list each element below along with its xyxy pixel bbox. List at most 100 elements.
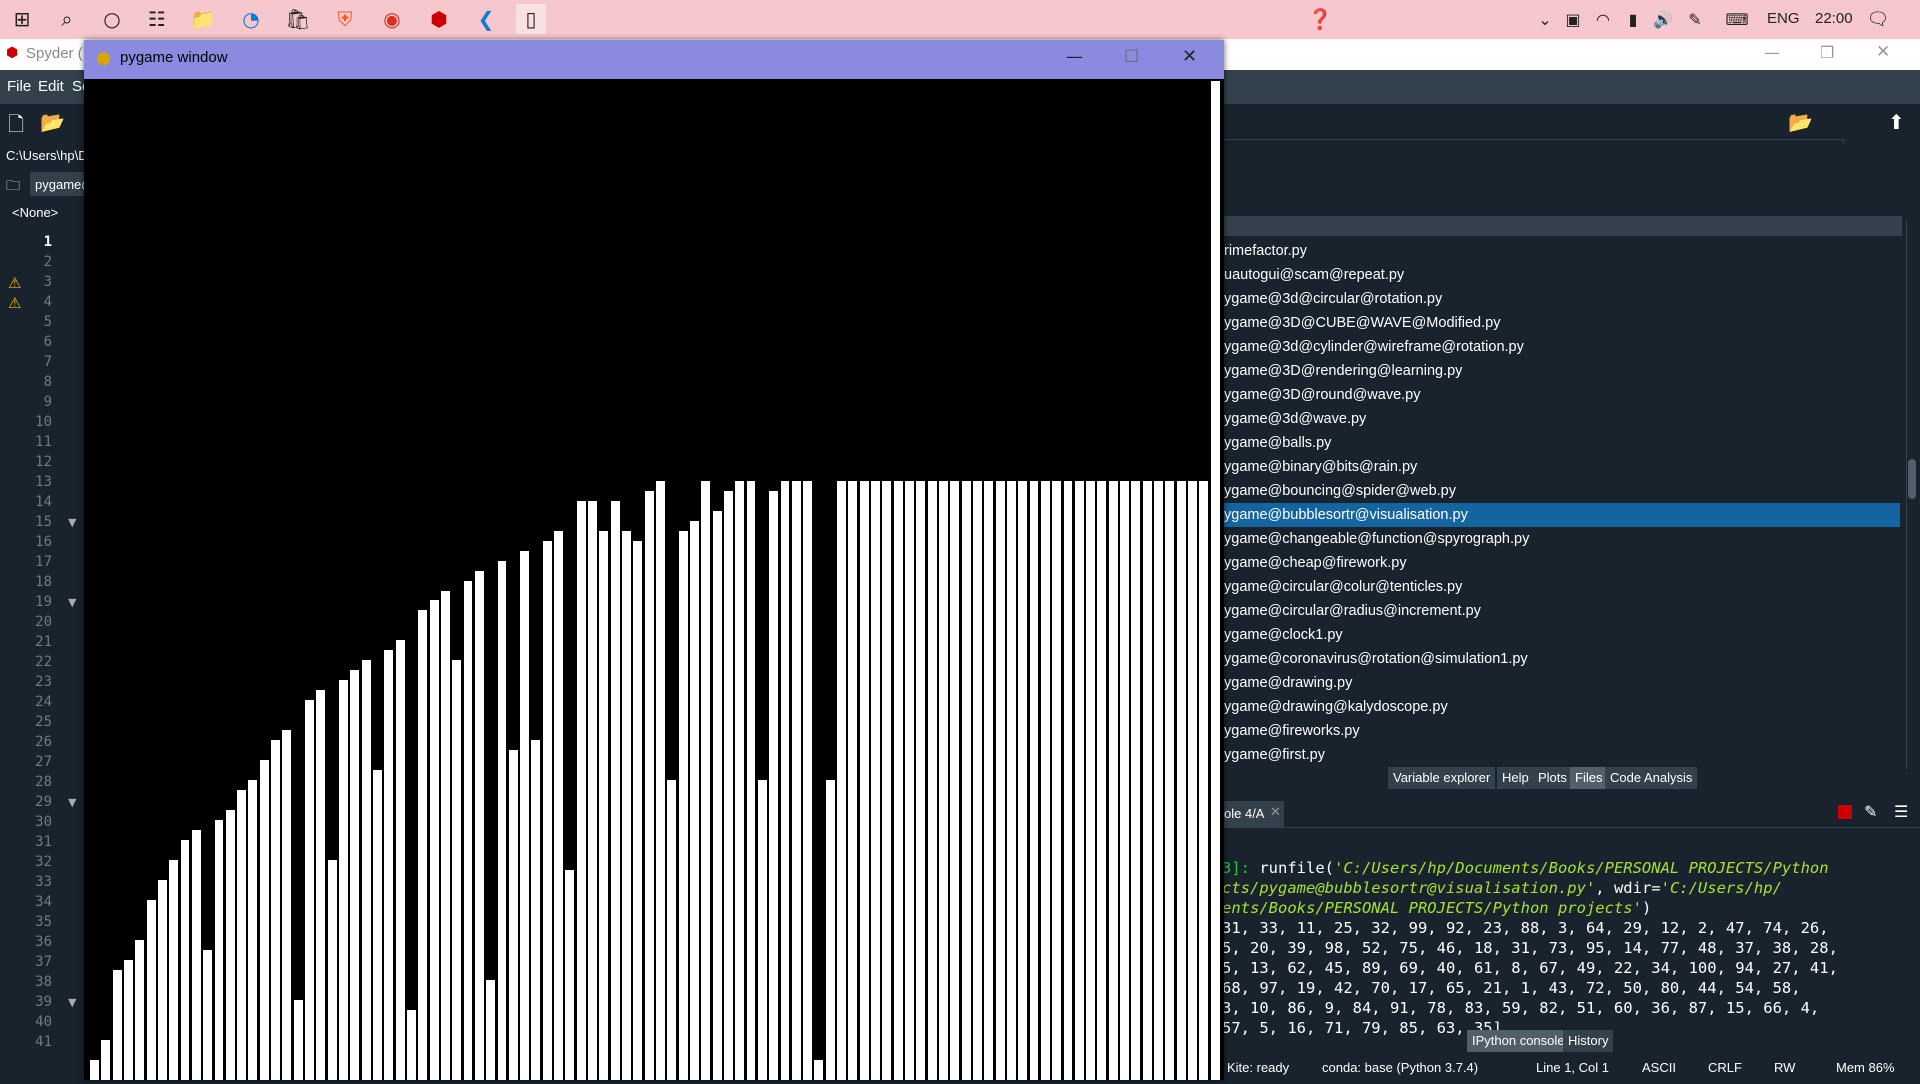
pygame-window-taskbar-icon[interactable]: ▯ xyxy=(516,4,546,34)
brave-icon[interactable]: ⛨ xyxy=(330,4,360,34)
file-list-item[interactable]: ygame@drawing@kalydoscope.py xyxy=(1222,695,1900,719)
browse-tabs-icon[interactable]: 🗀 xyxy=(6,175,20,199)
file-explorer-icon[interactable]: 📁 xyxy=(188,4,218,34)
fold-arrow-icon[interactable]: ▼ xyxy=(68,596,76,609)
spyder-icon[interactable]: ⬢ xyxy=(424,4,454,34)
close-icon[interactable]: ✕ xyxy=(1182,46,1197,67)
warning-icon[interactable]: ⚠ xyxy=(8,274,21,292)
file-list-item[interactable]: ygame@3D@rendering@learning.py xyxy=(1222,359,1900,383)
file-list-item[interactable]: ygame@drawing.py xyxy=(1222,671,1900,695)
menu-edit[interactable]: Edit xyxy=(38,78,64,95)
file-list-item[interactable]: ygame@circular@colur@tenticles.py xyxy=(1222,575,1900,599)
line-number: 33 xyxy=(35,874,52,890)
working-directory-path[interactable]: C:\Users\hp\D xyxy=(6,148,88,163)
sort-bar xyxy=(1142,480,1152,1080)
sort-bar xyxy=(769,490,779,1080)
console-output[interactable]: 3]: runfile('C:/Users/hp/Documents/Books… xyxy=(1222,859,1912,1059)
search-icon[interactable]: ⌕ xyxy=(52,4,82,34)
file-list-item[interactable]: uautogui@scam@repeat.py xyxy=(1222,263,1900,287)
line-number: 41 xyxy=(35,1034,52,1050)
line-number: 30 xyxy=(35,814,52,830)
pygame-canvas[interactable] xyxy=(84,79,1224,1080)
file-list-item[interactable]: ygame@cheap@firework.py xyxy=(1222,551,1900,575)
file-list-item[interactable]: ygame@3d@wave.py xyxy=(1222,407,1900,431)
file-list-item[interactable]: ygame@fireworks.py xyxy=(1222,719,1900,743)
browse-folder-icon[interactable]: 📂 xyxy=(1788,110,1813,134)
file-list-item[interactable]: ygame@clock1.py xyxy=(1222,623,1900,647)
file-list-item[interactable]: ygame@circular@radius@increment.py xyxy=(1222,599,1900,623)
help-icon[interactable]: ❓ xyxy=(1305,4,1335,34)
tab-history[interactable]: History xyxy=(1563,1030,1614,1052)
sort-bar xyxy=(452,660,462,1080)
vscode-icon[interactable]: ❮ xyxy=(471,4,501,34)
language-indicator[interactable]: ENG xyxy=(1767,10,1800,27)
keyboard-icon[interactable]: ⌨ xyxy=(1722,4,1752,34)
files-scrollbar[interactable] xyxy=(1906,219,1917,769)
file-list: rimefactor.py uautogui@scam@repeat.py ygam… xyxy=(1222,239,1900,765)
tab-ipython-console[interactable]: IPython console xyxy=(1467,1030,1570,1052)
edge-icon[interactable]: ◔ xyxy=(236,4,266,34)
tab-code-analysis[interactable]: Code Analysis xyxy=(1605,767,1698,789)
sort-bar xyxy=(90,1060,99,1080)
file-list-item[interactable]: ygame@bouncing@spider@web.py xyxy=(1222,479,1900,503)
files-scrollbar-thumb[interactable] xyxy=(1908,459,1916,499)
windows-start-icon[interactable]: ⊞ xyxy=(7,4,37,34)
console-tab-close-icon[interactable]: ✕ xyxy=(1270,805,1281,820)
file-list-item[interactable]: ygame@first.py xyxy=(1222,743,1900,765)
menu-file[interactable]: File xyxy=(7,78,31,95)
task-view-icon[interactable]: ☷ xyxy=(142,4,172,34)
clock[interactable]: 22:00 xyxy=(1815,10,1853,27)
file-list-item[interactable]: ygame@binary@bits@rain.py xyxy=(1222,455,1900,479)
console-menu-icon[interactable]: ☰ xyxy=(1894,802,1908,821)
sort-bar xyxy=(203,950,213,1080)
file-list-item[interactable]: ygame@3D@round@wave.py xyxy=(1222,383,1900,407)
tab-help[interactable]: Help xyxy=(1497,767,1534,789)
line-number: 25 xyxy=(35,714,52,730)
pygame-titlebar[interactable]: ● pygame window — ☐ ✕ xyxy=(84,40,1224,79)
sort-bar xyxy=(882,480,892,1080)
warning-icon[interactable]: ⚠ xyxy=(8,294,21,312)
pygame-window[interactable]: ● pygame window — ☐ ✕ xyxy=(84,40,1224,1080)
file-list-item[interactable]: ygame@3D@CUBE@WAVE@Modified.py xyxy=(1222,311,1900,335)
sort-bar xyxy=(1131,480,1141,1080)
notification-icon[interactable]: 🗨 xyxy=(1863,4,1893,34)
parent-dir-icon[interactable]: ⬆ xyxy=(1888,110,1905,134)
file-list-item[interactable]: ygame@3d@cylinder@wireframe@rotation.py xyxy=(1222,335,1900,359)
fold-arrow-icon[interactable]: ▼ xyxy=(68,796,76,809)
minimize-icon[interactable]: — xyxy=(1066,47,1083,67)
file-list-item[interactable]: ygame@coronavirus@rotation@simulation1.p… xyxy=(1222,647,1900,671)
tab-plots[interactable]: Plots xyxy=(1533,767,1572,789)
file-list-item[interactable]: ygame@3d@circular@rotation.py xyxy=(1222,287,1900,311)
line-number: 5 xyxy=(43,314,52,330)
fold-arrow-icon[interactable]: ▼ xyxy=(68,516,76,529)
open-folder-icon[interactable]: 📂 xyxy=(40,110,65,134)
file-list-item[interactable]: ygame@changeable@function@spyrograph.py xyxy=(1222,527,1900,551)
restore-icon[interactable]: ❐ xyxy=(1820,43,1834,62)
wifi-icon[interactable]: ◠ xyxy=(1588,4,1618,34)
tab-files[interactable]: Files xyxy=(1570,767,1608,789)
display-icon[interactable]: ▣ xyxy=(1558,4,1588,34)
outline-selector[interactable]: <None> xyxy=(0,200,84,226)
minimize-icon[interactable]: — xyxy=(1764,43,1780,62)
new-file-icon[interactable]: 🗋 xyxy=(8,110,24,144)
tab-variable-explorer[interactable]: Variable explorer xyxy=(1388,767,1496,789)
battery-icon[interactable]: ▮ xyxy=(1618,4,1648,34)
file-list-item[interactable]: ygame@bubblesortr@visualisation.py xyxy=(1222,503,1900,527)
close-icon[interactable]: ✕ xyxy=(1876,42,1890,62)
pen-icon[interactable]: ✎ xyxy=(1680,4,1710,34)
maximize-icon[interactable]: ☐ xyxy=(1124,47,1139,67)
chevron-up-icon[interactable]: ⌄ xyxy=(1530,4,1560,34)
sort-bar xyxy=(644,490,654,1080)
file-list-item[interactable]: ygame@balls.py xyxy=(1222,431,1900,455)
stop-icon[interactable] xyxy=(1838,805,1852,819)
volume-icon[interactable]: 🔊 xyxy=(1648,4,1678,34)
store-icon[interactable]: 🛍 xyxy=(283,4,313,34)
line-number: 6 xyxy=(43,334,52,350)
sort-bar xyxy=(259,760,269,1080)
cortana-icon[interactable]: ○ xyxy=(97,4,127,34)
clear-console-icon[interactable]: ✎ xyxy=(1864,802,1877,821)
file-list-item[interactable]: rimefactor.py xyxy=(1222,239,1900,263)
sort-bar xyxy=(735,480,745,1080)
fold-arrow-icon[interactable]: ▼ xyxy=(68,996,76,1009)
chrome-icon[interactable]: ◉ xyxy=(377,4,407,34)
